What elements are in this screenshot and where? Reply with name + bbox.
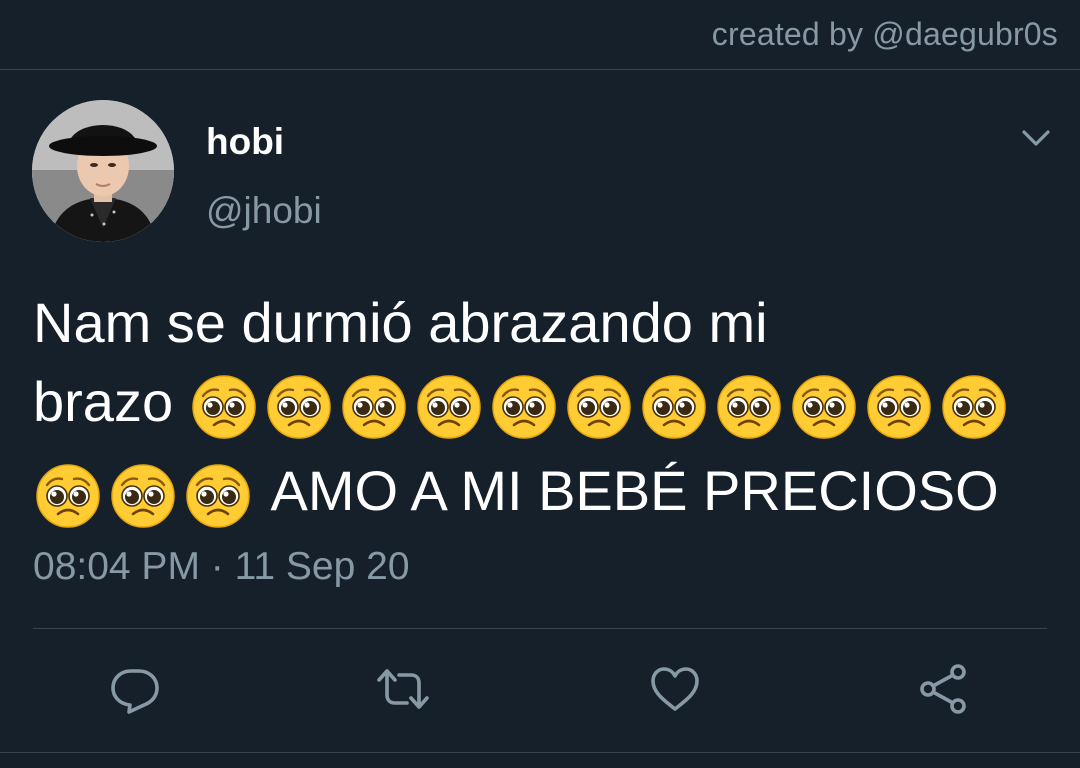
pleading-face-icon: [714, 372, 784, 442]
tweet-text: Nam se durmió abrazando mi brazo AMO A M…: [33, 283, 1063, 540]
pleading-face-icon: [189, 372, 259, 442]
tweet-text-line: brazo: [33, 362, 1063, 451]
header-divider: [0, 69, 1080, 70]
pleading-face-icon: [264, 372, 334, 442]
share-button[interactable]: [916, 661, 972, 717]
pleading-face-icon: [183, 461, 253, 531]
pleading-face-icon: [339, 372, 409, 442]
footer-divider: [0, 752, 1080, 753]
heart-icon: [651, 667, 699, 711]
pleading-face-icon: [33, 461, 103, 531]
pleading-face-icon: [864, 372, 934, 442]
creator-credit: created by @daegubr0s: [711, 16, 1058, 52]
pleading-face-icon: [939, 372, 1009, 442]
tweet-text-word: AMO A MI BEBÉ PRECIOSO: [270, 459, 999, 522]
retweet-icon: [377, 669, 429, 709]
retweet-button[interactable]: [375, 661, 431, 717]
pleading-face-icon: [564, 372, 634, 442]
author-display-name[interactable]: hobi: [206, 121, 284, 163]
like-button[interactable]: [647, 661, 703, 717]
pleading-face-icon: [639, 372, 709, 442]
pleading-face-icon: [489, 372, 559, 442]
pleading-face-icon: [789, 372, 859, 442]
tweet-text-line: AMO A MI BEBÉ PRECIOSO: [33, 451, 1063, 540]
tweet-text-word: brazo: [33, 370, 174, 433]
tweet-actions-bar: [0, 661, 1080, 717]
emoji-run: [189, 372, 1014, 451]
chevron-down-icon: [1022, 130, 1050, 146]
share-icon: [920, 664, 966, 714]
tweet-options-button[interactable]: [1018, 125, 1054, 151]
reply-icon: [111, 669, 159, 714]
actions-divider: [33, 628, 1047, 629]
pleading-face-icon: [108, 461, 178, 531]
reply-button[interactable]: [107, 661, 163, 717]
tweet-text-line: Nam se durmió abrazando mi: [33, 291, 768, 354]
profile-photo-icon: [32, 100, 174, 242]
emoji-run: [33, 461, 258, 540]
author-handle[interactable]: @jhobi: [206, 190, 322, 232]
tweet-timestamp[interactable]: 08:04 PM · 11 Sep 20: [33, 545, 410, 589]
pleading-face-icon: [414, 372, 484, 442]
avatar[interactable]: [32, 100, 174, 242]
